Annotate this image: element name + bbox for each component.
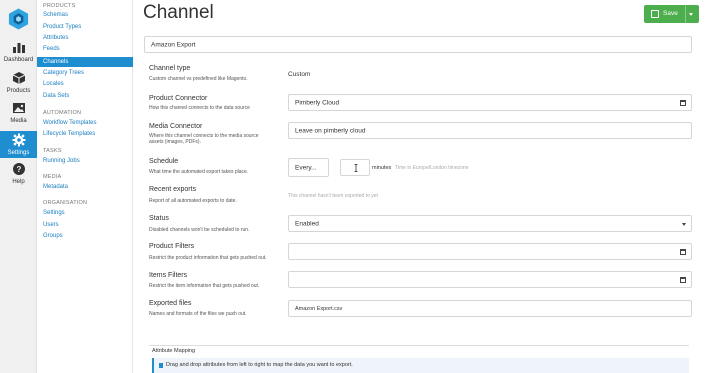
save-button[interactable]: Save [644,5,699,23]
nav-heading-automation: AUTOMATION [43,110,82,116]
chevron-down-icon[interactable] [689,13,693,16]
save-label: Save [663,10,678,17]
schedule-minutes-input[interactable] [340,159,370,176]
help-icon: ? [12,163,25,175]
nav-heading-media: MEDIA [43,174,62,180]
status-value: Enabled [295,220,319,227]
schedule-every-button[interactable]: Every... [288,158,329,177]
calendar-icon [680,276,686,283]
info-icon [159,363,163,368]
recent-exports-value: This channel hasn't been exported to yet [288,193,378,199]
logo-icon[interactable] [7,7,30,31]
channel-type-value: Custom [288,71,311,78]
channel-type-label: Channel type [149,65,191,72]
product-connector-label: Product Connector [149,95,208,102]
gear-icon [12,133,25,147]
nav-item-running-jobs[interactable]: Running Jobs [37,157,133,166]
nav-item-locales[interactable]: Locales [37,80,133,89]
nav-item-lifecycle-templates[interactable]: Lifecycle Templates [37,130,133,139]
recent-exports-desc: Report of all automated exports to date. [149,198,237,204]
status-desc: Disabled channels won't be scheduled to … [149,227,250,233]
product-connector-desc: How this channel connects to the data so… [149,105,250,111]
media-connector-value: Leave on pimberly cloud [295,127,366,134]
items-filters-desc: Restrict the item information that gets … [149,283,260,289]
items-filters-label: Items Filters [149,272,188,279]
text-cursor-icon [354,164,358,172]
nav-item-metadata[interactable]: Metadata [37,183,133,192]
nav-heading-tasks: TASKS [43,148,62,154]
schedule-desc: What time the automated export takes pla… [149,169,249,175]
chevron-down-icon [682,222,686,226]
channel-name-value: Amazon Export [151,41,196,48]
media-connector-input[interactable]: Leave on pimberly cloud [288,122,692,139]
rail-item-products[interactable]: Products [0,71,37,101]
rail-item-media[interactable]: Media [0,101,37,131]
save-icon [651,10,659,18]
product-connector-select[interactable]: Pimberly Cloud [288,94,692,111]
main-content: Channel Save Amazon Export Channel type … [134,0,705,373]
nav-item-schemas[interactable]: Schemas [37,11,133,20]
settings-nav: PRODUCTS Schemas Product Types Attribute… [37,0,133,373]
bar-chart-icon [12,43,25,53]
schedule-minutes-label: minutes [372,165,392,171]
nav-item-data-sets[interactable]: Data Sets [37,92,133,101]
rail-label: Media [10,118,27,124]
nav-item-settings[interactable]: Settings [37,209,133,218]
save-divider [685,5,686,23]
schedule-timezone: Time in Europe/London timezone [395,165,469,171]
schedule-every-label: Every... [295,164,317,171]
box-icon [12,72,25,84]
exported-files-label: Exported files [149,300,192,307]
rail-item-dashboard[interactable]: Dashboard [0,40,37,70]
nav-heading-products: PRODUCTS [43,3,76,9]
product-connector-value: Pimberly Cloud [295,99,340,106]
nav-item-feeds[interactable]: Feeds [37,45,133,54]
attribute-mapping-info: Drag and drop attributes from left to ri… [152,358,689,373]
icon-rail: Dashboard Products Media Settings ? Help [0,0,37,373]
rail-label: Products [6,88,31,94]
schedule-label: Schedule [149,158,179,165]
product-filters-label: Product Filters [149,243,195,250]
nav-item-workflow-templates[interactable]: Workflow Templates [37,119,133,128]
product-filters-desc: Restrict the product information that ge… [149,255,267,261]
nav-item-channels[interactable]: Channels [37,57,133,67]
attribute-mapping-panel: Attribute Mapping Drag and drop attribut… [149,345,689,373]
media-connector-desc-line2: assets (images, PDFs). [149,139,201,145]
rail-item-help[interactable]: ? Help [0,162,37,192]
exported-files-desc: Names and formats of the files we push o… [149,311,247,317]
nav-item-product-types[interactable]: Product Types [37,23,133,32]
nav-item-category-trees[interactable]: Category Trees [37,69,133,78]
media-connector-label: Media Connector [149,123,203,130]
nav-heading-organisation: ORGANISATION [43,200,88,206]
recent-exports-label: Recent exports [149,186,197,193]
attribute-mapping-title: Attribute Mapping [152,348,196,354]
channel-type-desc: Custom channel vs predefined like Magent… [149,76,248,82]
exported-files-input[interactable]: Amazon Export.csv [288,300,692,317]
rail-label: Help [12,179,25,185]
channel-name-input[interactable]: Amazon Export [144,36,692,53]
exported-files-value: Amazon Export.csv [295,305,343,312]
rail-label: Dashboard [3,57,34,63]
nav-item-groups[interactable]: Groups [37,232,133,241]
image-icon [12,103,25,113]
svg-text:?: ? [16,165,21,174]
rail-label: Settings [7,150,30,156]
status-select[interactable]: Enabled [288,215,692,232]
calendar-icon [680,99,686,106]
status-label: Status [149,215,169,222]
calendar-icon [680,248,686,255]
product-filters-input[interactable] [288,243,692,260]
nav-item-users[interactable]: Users [37,221,133,230]
rail-item-settings[interactable]: Settings [0,131,37,158]
page-title: Channel [143,2,214,23]
items-filters-input[interactable] [288,271,692,288]
nav-item-attributes[interactable]: Attributes [37,34,133,43]
attribute-mapping-info-text: Drag and drop attributes from left to ri… [166,362,353,368]
